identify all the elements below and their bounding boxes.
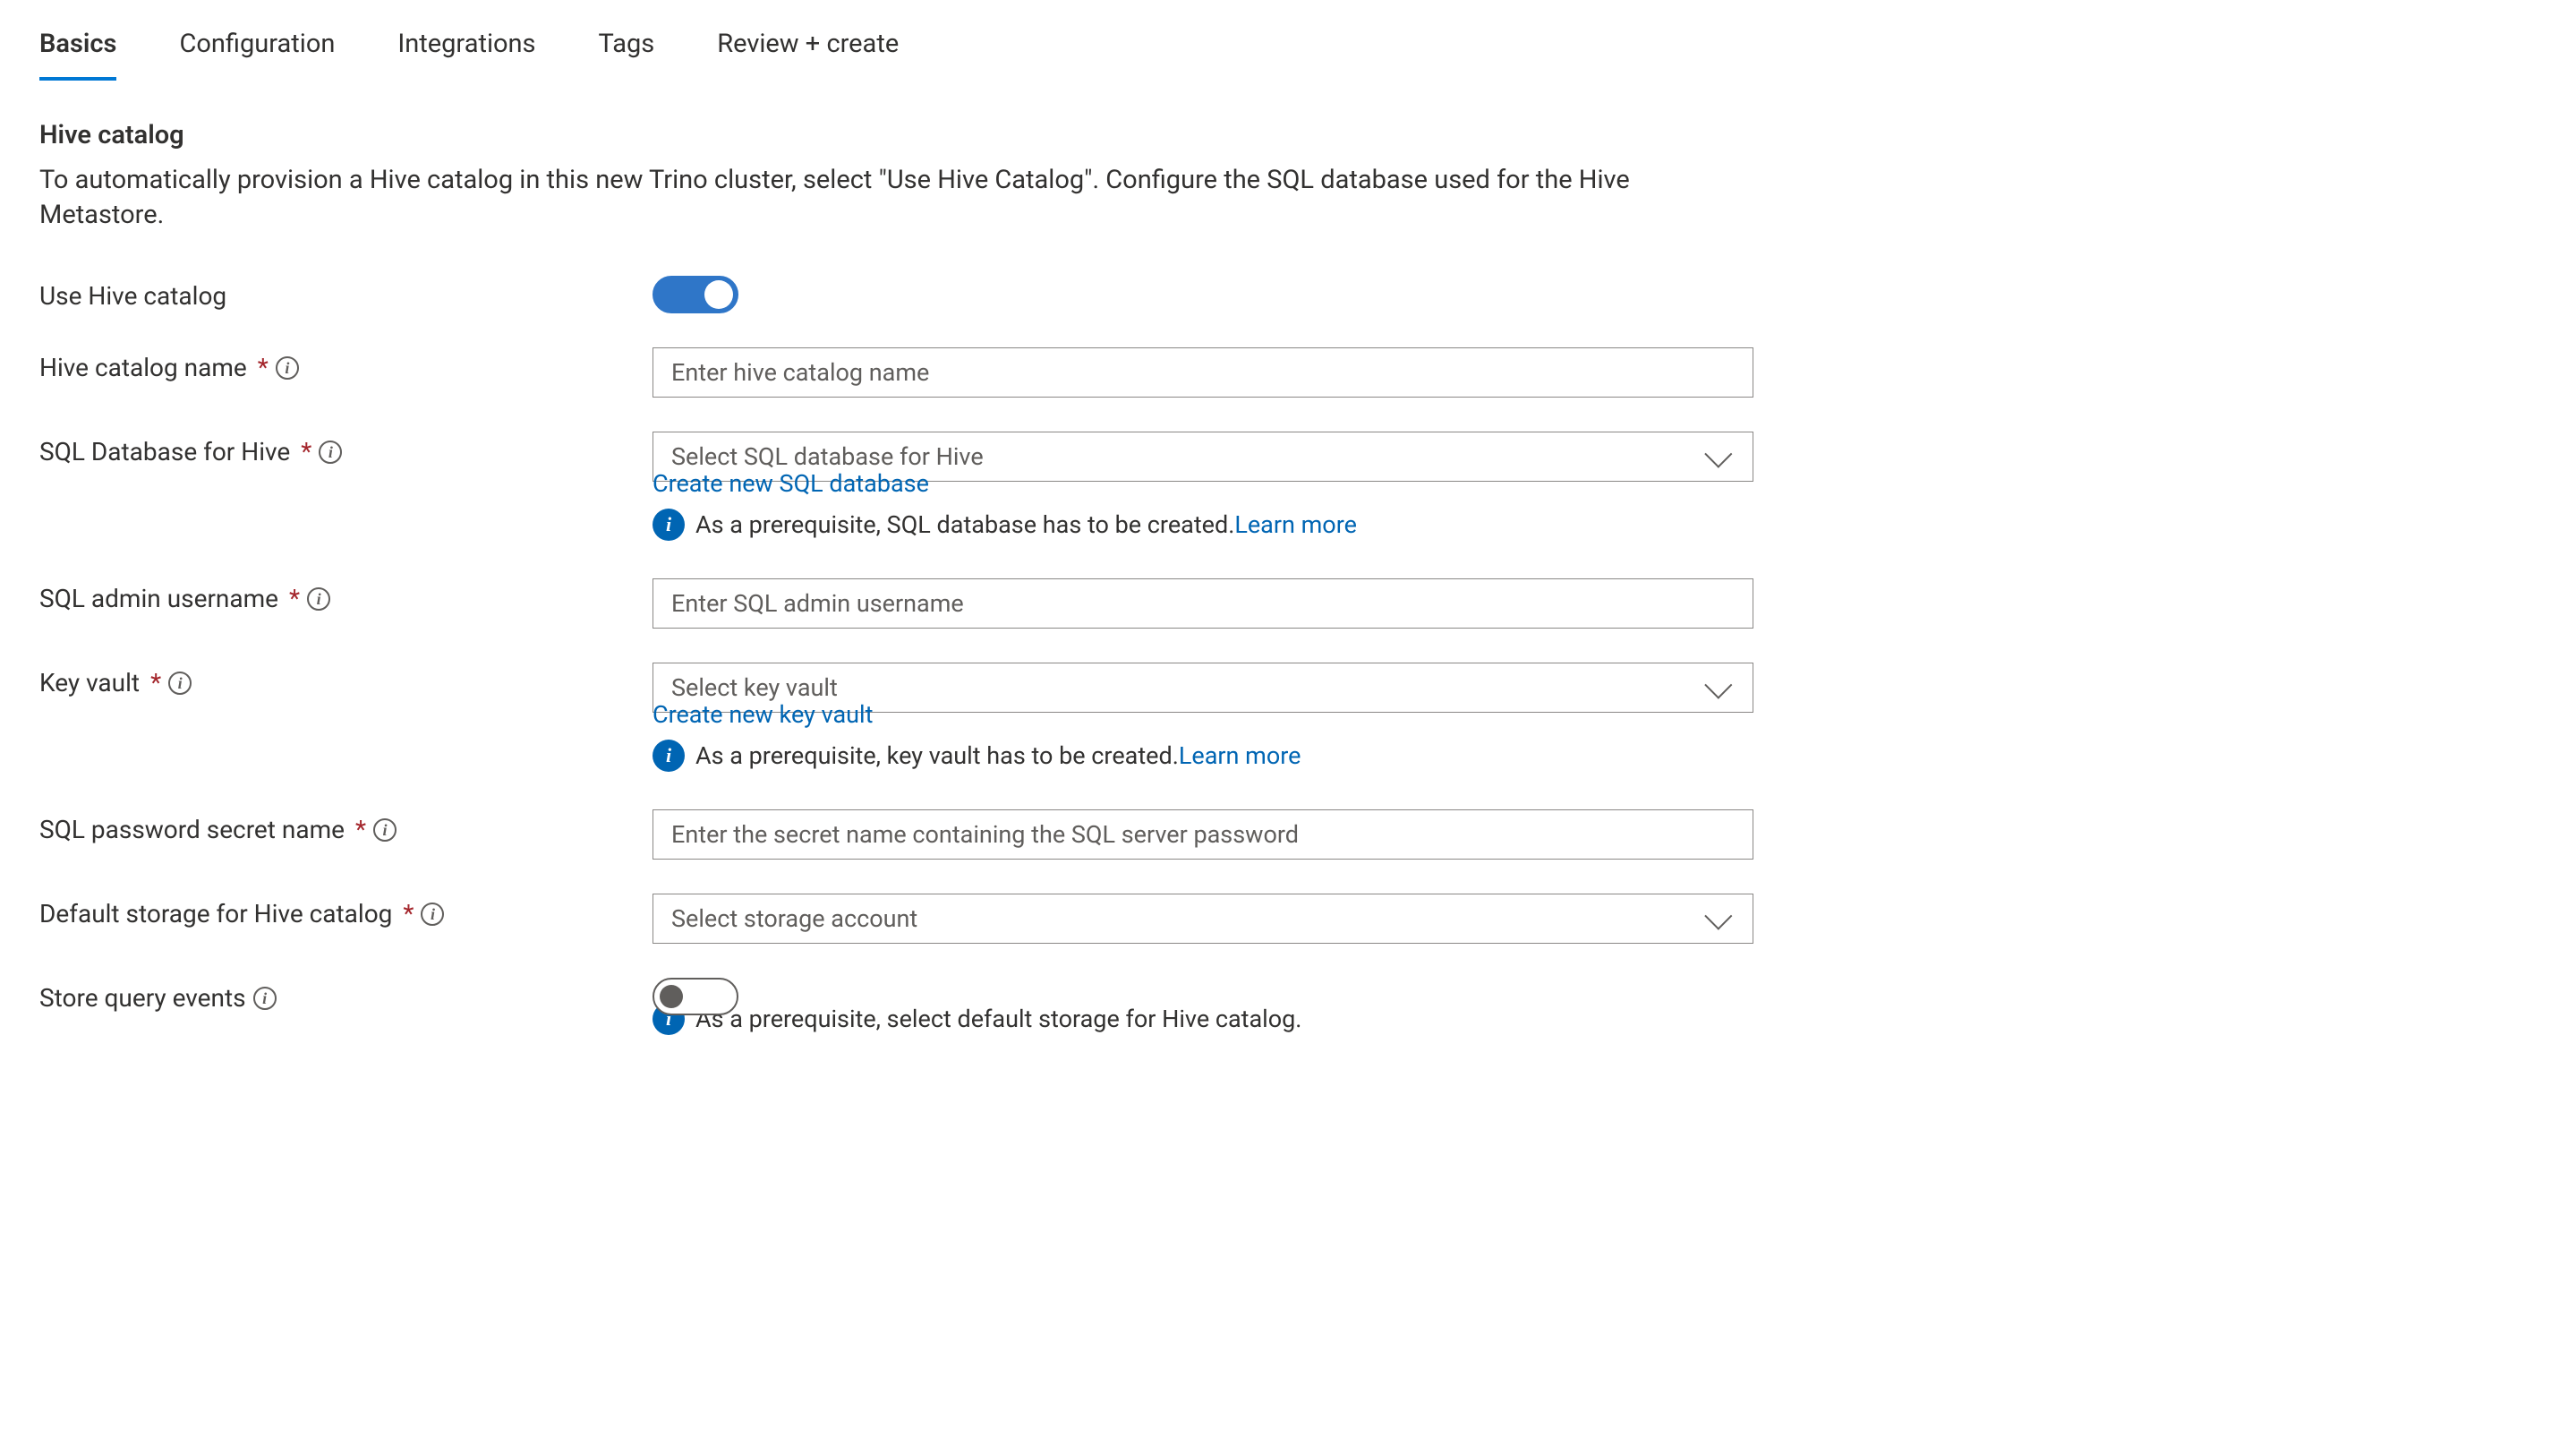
store-query-events-label: Store query events xyxy=(39,983,246,1013)
required-asterisk: * xyxy=(355,815,366,844)
hive-catalog-name-input[interactable] xyxy=(653,347,1753,398)
tab-tags[interactable]: Tags xyxy=(599,18,655,81)
info-icon[interactable]: i xyxy=(307,587,330,611)
required-asterisk: * xyxy=(301,437,311,466)
use-hive-label: Use Hive catalog xyxy=(39,281,226,311)
toggle-knob xyxy=(704,280,733,309)
required-asterisk: * xyxy=(403,899,414,928)
required-asterisk: * xyxy=(150,668,161,697)
info-icon[interactable]: i xyxy=(168,672,192,695)
toggle-knob xyxy=(660,985,683,1008)
info-icon[interactable]: i xyxy=(276,356,299,380)
key-vault-label: Key vault xyxy=(39,668,140,697)
info-icon[interactable]: i xyxy=(253,987,277,1010)
key-vault-placeholder: Select key vault xyxy=(671,673,838,702)
sql-database-label: SQL Database for Hive xyxy=(39,437,290,466)
info-badge-icon: i xyxy=(653,740,685,772)
sql-database-placeholder: Select SQL database for Hive xyxy=(671,442,984,471)
storage-prereq-text: As a prerequisite, select default storag… xyxy=(695,1005,1301,1033)
default-storage-select[interactable]: Select storage account xyxy=(653,894,1753,944)
sql-password-secret-input[interactable] xyxy=(653,809,1753,860)
default-storage-placeholder: Select storage account xyxy=(671,904,917,933)
tab-basics[interactable]: Basics xyxy=(39,18,116,81)
tab-strip: Basics Configuration Integrations Tags R… xyxy=(39,18,2537,81)
tab-review-create[interactable]: Review + create xyxy=(717,18,899,81)
info-badge-icon: i xyxy=(653,509,685,541)
store-query-events-toggle[interactable] xyxy=(653,978,738,1015)
default-storage-label: Default storage for Hive catalog xyxy=(39,899,392,928)
chevron-down-icon xyxy=(1704,903,1732,930)
tab-configuration[interactable]: Configuration xyxy=(179,18,335,81)
info-icon[interactable]: i xyxy=(421,903,444,926)
sql-admin-username-label: SQL admin username xyxy=(39,584,278,613)
section-title: Hive catalog xyxy=(39,120,2537,150)
use-hive-toggle[interactable] xyxy=(653,276,738,313)
tab-integrations[interactable]: Integrations xyxy=(397,18,535,81)
info-icon[interactable]: i xyxy=(373,818,397,842)
required-asterisk: * xyxy=(258,353,269,382)
required-asterisk: * xyxy=(289,584,300,613)
sql-admin-username-input[interactable] xyxy=(653,578,1753,629)
chevron-down-icon xyxy=(1704,672,1732,699)
section-description: To automatically provision a Hive catalo… xyxy=(39,163,1722,233)
sql-learn-more-link[interactable]: Learn more xyxy=(1234,510,1357,539)
sql-prereq-text: As a prerequisite, SQL database has to b… xyxy=(695,510,1234,539)
sql-password-secret-label: SQL password secret name xyxy=(39,815,345,844)
kv-prereq-text: As a prerequisite, key vault has to be c… xyxy=(695,741,1179,770)
chevron-down-icon xyxy=(1704,441,1732,468)
kv-learn-more-link[interactable]: Learn more xyxy=(1179,741,1301,770)
info-icon[interactable]: i xyxy=(319,441,342,464)
hive-catalog-name-label: Hive catalog name xyxy=(39,353,247,382)
